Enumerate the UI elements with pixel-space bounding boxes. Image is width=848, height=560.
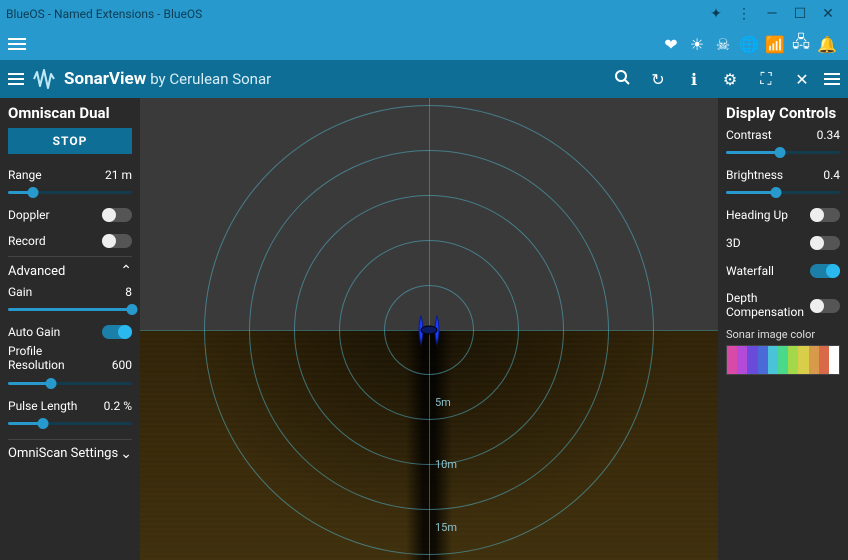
pulse-length-label: Pulse Length [8, 399, 77, 413]
palette-swatch[interactable] [798, 346, 808, 374]
range-tick-5m: 5m [435, 396, 451, 409]
palette-swatch[interactable] [788, 346, 798, 374]
waterfall-label: Waterfall [726, 264, 774, 278]
doppler-label: Doppler [8, 208, 50, 222]
search-icon[interactable] [608, 69, 636, 89]
three-d-label: 3D [726, 236, 741, 250]
contrast-label: Contrast [726, 128, 772, 142]
sun-icon[interactable]: ☀ [684, 35, 710, 54]
pulse-length-value: 0.2 % [104, 399, 132, 413]
app-title: SonarView by Cerulean Sonar [64, 69, 271, 89]
range-value: 21 m [105, 168, 132, 182]
doppler-toggle[interactable] [102, 208, 132, 222]
palette-swatch[interactable] [737, 346, 747, 374]
heading-up-label: Heading Up [726, 208, 788, 222]
brightness-slider[interactable] [726, 184, 840, 200]
window-maximize-button[interactable]: ☐ [786, 6, 814, 22]
blueos-menu-button[interactable] [8, 35, 32, 53]
pirate-icon[interactable]: ☠ [710, 35, 736, 54]
palette-swatch[interactable] [727, 346, 737, 374]
window-minimize-button[interactable]: — [758, 6, 786, 22]
palette-swatch[interactable] [829, 346, 839, 374]
depth-compensation-label: Depth Compensation [726, 292, 806, 320]
info-icon[interactable]: ℹ [680, 70, 708, 89]
palette-swatch[interactable] [778, 346, 788, 374]
heartbeat-icon[interactable]: ❤ [658, 35, 684, 54]
auto-gain-toggle[interactable] [102, 325, 132, 339]
brightness-value: 0.4 [823, 168, 840, 182]
notifications-icon[interactable]: 🔔 [814, 35, 840, 54]
pulse-length-slider[interactable] [8, 415, 132, 431]
more-icon[interactable]: ⋮ [730, 6, 758, 22]
palette-swatch[interactable] [758, 346, 768, 374]
palette-swatch[interactable] [768, 346, 778, 374]
range-slider[interactable] [8, 184, 132, 200]
palette-swatch[interactable] [809, 346, 819, 374]
wifi-icon[interactable]: 📶 [762, 35, 788, 54]
os-titlebar: BlueOS - Named Extensions - BlueOS ✦ ⋮ —… [0, 0, 848, 28]
sonar-color-palette[interactable] [726, 345, 840, 375]
right-panel: Display Controls Contrast 0.34 Brightnes… [718, 98, 848, 560]
record-toggle[interactable] [102, 234, 132, 248]
contrast-slider[interactable] [726, 144, 840, 160]
main-area: Omniscan Dual STOP Range 21 m Doppler Re… [0, 98, 848, 560]
record-label: Record [8, 234, 46, 248]
window-title: BlueOS - Named Extensions - BlueOS [6, 7, 702, 21]
window-close-button[interactable]: ✕ [814, 6, 842, 22]
fullscreen-icon[interactable]: ⛶ [752, 69, 780, 89]
stop-button[interactable]: STOP [8, 128, 132, 154]
extension-icon[interactable]: ✦ [702, 6, 730, 22]
app-name: SonarView [64, 69, 146, 89]
device-title: Omniscan Dual [8, 104, 132, 122]
range-tick-10m: 10m [435, 458, 457, 471]
depth-compensation-toggle[interactable] [810, 299, 840, 313]
three-d-toggle[interactable] [810, 236, 840, 250]
palette-swatch[interactable] [747, 346, 757, 374]
brightness-label: Brightness [726, 168, 783, 182]
sonarview-menu-right-button[interactable] [824, 70, 840, 88]
chevron-up-icon: ⌃ [120, 263, 132, 279]
settings-icon[interactable]: ⚙ [716, 70, 744, 89]
left-panel: Omniscan Dual STOP Range 21 m Doppler Re… [0, 98, 140, 560]
vessel-icon [407, 308, 451, 352]
contrast-value: 0.34 [817, 128, 840, 142]
sonarview-appbar: SonarView by Cerulean Sonar ↻ ℹ ⚙ ⛶ ✕ [0, 60, 848, 98]
close-panel-icon[interactable]: ✕ [788, 70, 816, 89]
waterfall-toggle[interactable] [810, 264, 840, 278]
gain-value: 8 [125, 285, 132, 299]
profile-resolution-value: 600 [112, 359, 132, 373]
refresh-icon[interactable]: ↻ [644, 70, 672, 89]
omniscan-settings-toggle[interactable]: OmniScan Settings ⌄ [8, 439, 132, 462]
auto-gain-label: Auto Gain [8, 325, 60, 339]
gain-slider[interactable] [8, 301, 132, 317]
profile-resolution-label: Profile Resolution [8, 345, 88, 373]
palette-label: Sonar image color [726, 328, 840, 341]
advanced-section-toggle[interactable]: Advanced ⌃ [8, 256, 132, 279]
blueos-topbar: ❤ ☀ ☠ 🌐 📶 🖧 🔔 [0, 28, 848, 60]
heading-up-toggle[interactable] [810, 208, 840, 222]
gain-label: Gain [8, 285, 32, 299]
palette-swatch[interactable] [819, 346, 829, 374]
display-controls-title: Display Controls [726, 104, 840, 122]
range-label: Range [8, 168, 42, 182]
sonarview-logo-icon [32, 69, 56, 89]
chevron-down-icon: ⌄ [120, 446, 132, 462]
range-tick-15m: 15m [435, 521, 457, 534]
sonar-view[interactable]: 5m 10m 15m [140, 98, 718, 560]
profile-resolution-slider[interactable] [8, 375, 132, 391]
ethernet-icon[interactable]: 🖧 [788, 31, 814, 58]
sonarview-menu-button[interactable] [8, 70, 24, 88]
globe-icon[interactable]: 🌐 [736, 35, 762, 54]
